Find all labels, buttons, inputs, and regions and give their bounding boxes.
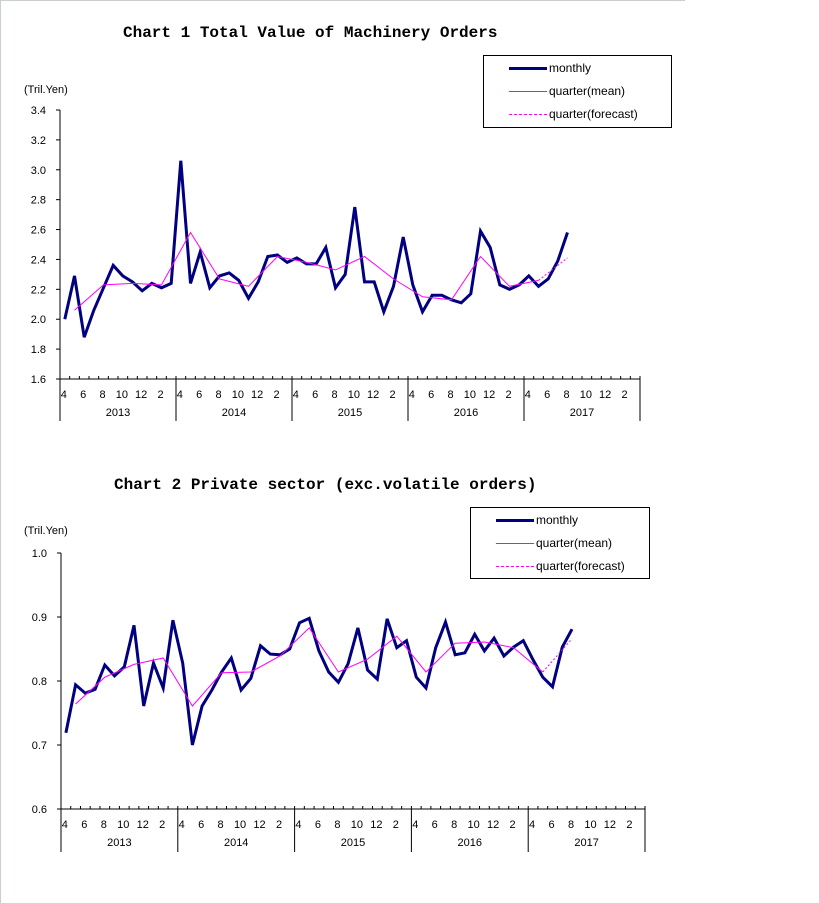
x-month-label: 8 [451,819,457,831]
x-month-label: 10 [234,819,246,831]
x-month-label: 10 [468,819,480,831]
x-month-label: 2 [510,819,516,831]
x-month-label: 10 [117,819,129,831]
x-year-label: 2015 [341,837,365,849]
x-month-label: 6 [198,819,204,831]
y-tick-label: 0.6 [32,804,47,816]
x-month-label: 8 [101,819,107,831]
x-month-label: 4 [62,819,68,831]
x-month-label: 2 [159,819,165,831]
x-month-label: 12 [604,819,616,831]
x-month-label: 12 [487,819,499,831]
x-month-label: 12 [370,819,382,831]
x-month-label: 2 [276,819,282,831]
y-tick-label: 0.8 [32,676,47,688]
x-month-label: 2 [393,819,399,831]
x-year-label: 2014 [224,837,248,849]
y-tick-label: 1.0 [32,548,47,560]
x-year-label: 2016 [458,837,482,849]
x-month-label: 8 [568,819,574,831]
x-month-label: 6 [315,819,321,831]
x-month-label: 4 [529,819,535,831]
y-tick-label: 0.7 [32,740,47,752]
x-month-label: 4 [295,819,301,831]
x-month-label: 8 [334,819,340,831]
x-month-label: 12 [253,819,265,831]
x-month-label: 10 [584,819,596,831]
x-month-label: 12 [137,819,149,831]
x-month-label: 6 [432,819,438,831]
chart2-plot: 0.6 0.7 0.8 0.9 1.0 4 6 8 10 12 2 2013 4 6 8 10 12 2 2014 4… [32,548,646,852]
x-month-label: 10 [351,819,363,831]
y-tick-label: 0.9 [32,612,47,624]
x-month-label: 2 [626,819,632,831]
monthly-series-line [64,616,574,746]
x-month-label: 4 [412,819,418,831]
x-month-label: 8 [218,819,224,831]
x-year-label: 2013 [107,837,131,849]
x-year-label: 2017 [574,837,598,849]
x-month-label: 6 [81,819,87,831]
x-month-label: 6 [548,819,554,831]
x-month-label: 4 [179,819,185,831]
